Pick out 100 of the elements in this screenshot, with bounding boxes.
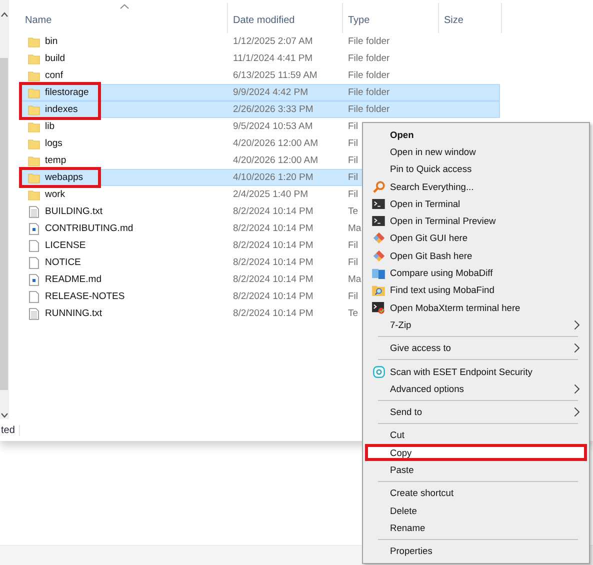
folder-icon xyxy=(28,52,40,64)
file-type: Fil xyxy=(348,240,358,251)
date-modified: 6/13/2025 11:59 AM xyxy=(233,70,318,81)
menu-item[interactable]: Delete xyxy=(365,502,587,520)
text-file-icon xyxy=(28,206,40,218)
date-modified: 9/9/2024 4:42 PM xyxy=(233,87,308,98)
file-name: webapps xyxy=(45,172,84,183)
file-name: filestorage xyxy=(45,87,89,98)
file-type: Te xyxy=(348,308,358,319)
date-modified: 8/2/2024 10:14 PM xyxy=(233,274,314,285)
file-type: File folder xyxy=(348,70,390,81)
file-name: build xyxy=(45,53,66,64)
menu-item[interactable]: Copy xyxy=(365,444,587,462)
file-row[interactable]: filestorage 9/9/2024 4:42 PM File folder xyxy=(20,84,500,101)
date-modified: 2/26/2026 3:33 PM xyxy=(233,104,314,115)
text-file-icon xyxy=(28,308,40,320)
date-modified: 2/4/2025 1:40 PM xyxy=(233,189,308,200)
menu-item[interactable]: Rename xyxy=(365,519,587,537)
column-header[interactable]: Type xyxy=(343,3,439,33)
file-type: Fil xyxy=(348,257,358,268)
folder-icon xyxy=(28,188,40,200)
file-type: Ma xyxy=(348,274,362,285)
blank-file-icon xyxy=(28,290,40,302)
menu-item[interactable]: Send to xyxy=(365,403,587,421)
scroll-down-icon[interactable] xyxy=(1,413,8,418)
diamond-icon xyxy=(372,232,384,244)
scroll-up-icon[interactable] xyxy=(1,12,8,17)
menu-item[interactable]: Compare using MobaDiff xyxy=(365,264,587,282)
menu-item[interactable]: Open Git GUI here xyxy=(365,230,587,248)
file-name: indexes xyxy=(45,104,78,115)
date-modified: 4/20/2026 12:00 AM xyxy=(233,155,318,166)
file-row[interactable]: indexes 2/26/2026 3:33 PM File folder xyxy=(20,101,500,118)
file-type: Fil xyxy=(348,155,358,166)
column-header[interactable]: Date modified xyxy=(228,3,343,33)
menu-item[interactable]: Open MobaXterm terminal here xyxy=(365,298,587,316)
status-text: ted xyxy=(0,424,20,436)
file-type: File folder xyxy=(348,104,390,115)
file-type: Fil xyxy=(348,121,358,132)
file-name: temp xyxy=(45,155,66,166)
shield-e-icon xyxy=(372,366,384,378)
menu-item[interactable]: 7-Zip xyxy=(365,316,587,334)
file-type: File folder xyxy=(348,53,390,64)
scrollbar-thumb[interactable] xyxy=(0,58,8,390)
menu-item[interactable]: Advanced options xyxy=(365,380,587,398)
file-type: Fil xyxy=(348,138,358,149)
menu-item[interactable]: Open in Terminal xyxy=(365,195,587,212)
date-modified: 9/5/2024 10:53 AM xyxy=(233,121,313,132)
file-name: NOTICE xyxy=(45,257,81,268)
file-name: lib xyxy=(45,121,55,132)
menu-item[interactable]: Find text using MobaFind xyxy=(365,282,587,299)
date-modified: 11/1/2024 4:41 PM xyxy=(233,53,313,64)
terminal-icon xyxy=(372,198,385,209)
file-name: LICENSE xyxy=(45,240,86,251)
folder-icon xyxy=(28,138,40,150)
date-modified: 8/2/2024 10:14 PM xyxy=(233,291,314,302)
file-type: Ma xyxy=(348,223,362,234)
blank-file-icon xyxy=(28,240,40,252)
blank-file-icon xyxy=(28,256,40,268)
menu-item[interactable]: Cut xyxy=(365,426,587,444)
menu-item[interactable]: Paste xyxy=(365,461,587,479)
date-modified: 8/2/2024 10:14 PM xyxy=(233,223,314,234)
menu-item[interactable]: Properties xyxy=(365,542,587,560)
file-name: RELEASE-NOTES xyxy=(45,291,125,302)
menu-item[interactable]: Open xyxy=(365,126,587,144)
column-header[interactable]: Size xyxy=(439,3,502,33)
column-header[interactable]: Name xyxy=(20,3,228,33)
date-modified: 8/2/2024 10:14 PM xyxy=(233,206,314,217)
file-type: Fil xyxy=(348,172,358,183)
file-row[interactable]: conf 6/13/2025 11:59 AM File folder xyxy=(20,67,500,84)
file-type: File folder xyxy=(348,36,390,47)
date-modified: 8/2/2024 10:14 PM xyxy=(233,308,314,319)
file-row[interactable]: build 11/1/2024 4:41 PM File folder xyxy=(20,50,500,67)
menu-item[interactable]: Open Git Bash here xyxy=(365,247,587,264)
terminal-icon xyxy=(372,216,385,226)
date-modified: 4/20/2026 12:00 AM xyxy=(233,138,318,149)
folder-icon xyxy=(28,172,40,184)
folder-icon xyxy=(28,70,40,82)
date-modified: 8/2/2024 10:14 PM xyxy=(233,240,314,251)
magnifier-icon xyxy=(372,180,384,193)
document-icon xyxy=(28,274,40,286)
file-name: CONTRIBUTING.md xyxy=(45,223,134,234)
folder-search-icon xyxy=(372,284,385,296)
menu-item[interactable]: Open in Terminal Preview xyxy=(365,212,587,230)
file-row[interactable]: bin 1/12/2025 2:07 AM File folder xyxy=(20,33,500,50)
file-name: work xyxy=(45,189,66,200)
file-name: README.md xyxy=(45,274,102,285)
date-modified: 8/2/2024 10:14 PM xyxy=(233,257,314,268)
folder-icon xyxy=(28,36,40,48)
compare-icon xyxy=(372,268,385,279)
document-icon xyxy=(28,222,40,234)
date-modified: 1/12/2025 2:07 AM xyxy=(233,36,313,47)
file-type: Te xyxy=(348,206,358,217)
menu-item[interactable]: Give access to xyxy=(365,340,587,357)
terminal-badge-icon xyxy=(372,302,385,314)
folder-icon xyxy=(28,154,40,166)
file-name: bin xyxy=(45,36,58,47)
menu-item[interactable]: Create shortcut xyxy=(365,484,587,502)
folder-icon xyxy=(28,104,40,116)
menu-item[interactable]: Scan with ESET Endpoint Security xyxy=(365,362,587,380)
menu-item[interactable]: Open in new window xyxy=(365,143,587,161)
